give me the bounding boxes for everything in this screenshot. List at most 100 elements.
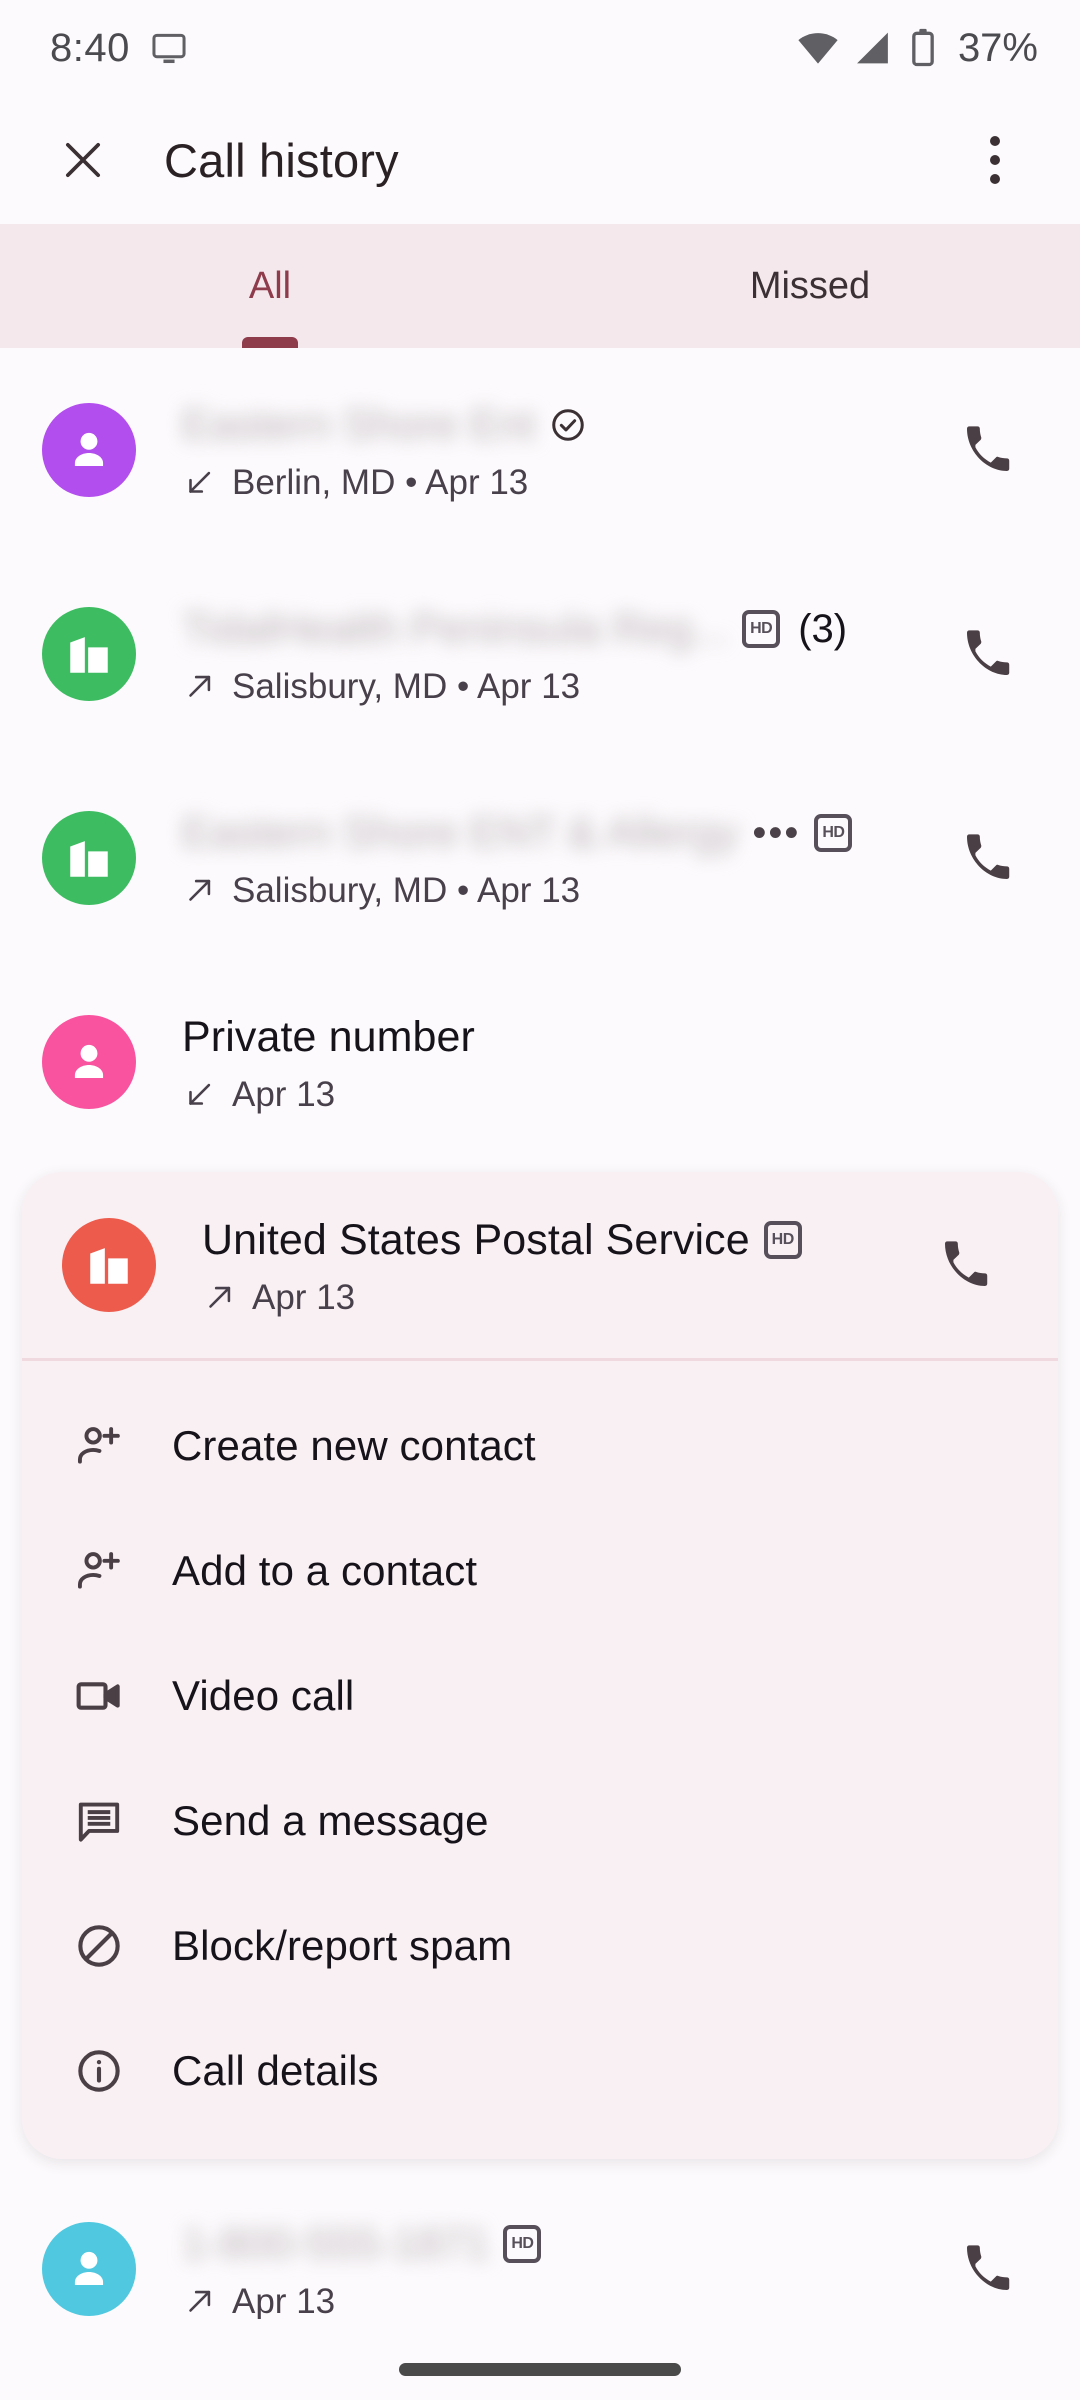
menu-item-label: Call details — [172, 2046, 379, 2094]
info-icon — [68, 2045, 130, 2097]
call-row-subtitle: Salisbury, MD • Apr 13 — [182, 667, 930, 707]
call-back-button[interactable] — [940, 402, 1036, 498]
person-icon — [74, 2251, 104, 2286]
wifi-icon — [796, 26, 840, 70]
phone-icon — [967, 630, 1010, 675]
app-bar: Call history — [0, 96, 1080, 224]
cellular-signal-icon — [852, 27, 894, 69]
selected-call-row[interactable]: United States Postal Service HD Apr 13 — [22, 1172, 1058, 1358]
hd-call-icon: HD — [763, 1221, 802, 1259]
call-row-subtitle: Apr 13 — [182, 1075, 930, 1115]
avatar[interactable] — [42, 403, 136, 497]
tab-all-label: All — [248, 264, 292, 307]
call-count: (3) — [798, 606, 848, 651]
menu-item-label: Send a message — [172, 1796, 489, 1844]
call-back-button[interactable] — [918, 1217, 1014, 1313]
menu-item-label: Block/report spam — [172, 1921, 513, 1969]
trailing-call-list-region: 1-800-555-1871 HD Apr 13 — [0, 2159, 1080, 2319]
menu-item-send-a-message[interactable]: Send a message — [22, 1758, 1058, 1883]
call-location-date: Salisbury, MD • Apr 13 — [232, 871, 581, 910]
call-row-main: TidalHealth Peninsula Reg... HD (3) Sali… — [182, 601, 930, 707]
call-row-main: Eastern Shore ENT & Allergy ••• HD Salis… — [182, 805, 930, 911]
call-list-item[interactable]: Eastern Shore ENT & Allergy ••• HD Salis… — [0, 756, 1080, 960]
call-location-date: Salisbury, MD • Apr 13 — [232, 667, 581, 706]
phone-icon — [967, 834, 1010, 879]
call-list-item[interactable]: TidalHealth Peninsula Reg... HD (3) Sali… — [0, 552, 1080, 756]
tab-active-indicator — [242, 337, 298, 348]
more-vert-icon[interactable] — [960, 125, 1030, 195]
contact-name: Eastern Shore Ent — [182, 400, 536, 449]
call-back-button[interactable] — [940, 2221, 1036, 2317]
hd-call-icon: HD — [742, 610, 781, 648]
tab-all[interactable]: All — [0, 224, 540, 348]
menu-item-block-report-spam[interactable]: Block/report spam — [22, 1883, 1058, 2008]
menu-item-label: Create new contact — [172, 1421, 536, 1469]
call-row-title-line: Private number — [182, 1009, 930, 1065]
outgoing-call-arrow — [182, 670, 216, 704]
video-camera-icon — [68, 1670, 130, 1722]
call-row-subtitle: Berlin, MD • Apr 13 — [182, 463, 930, 503]
incoming-call-arrow — [182, 466, 216, 500]
menu-item-label: Add to a contact — [172, 1546, 478, 1594]
call-row-subtitle: Salisbury, MD • Apr 13 — [182, 871, 930, 911]
business-icon — [70, 637, 108, 673]
home-gesture-pill[interactable] — [399, 2363, 681, 2376]
menu-item-add-to-a-contact[interactable]: Add to a contact — [22, 1508, 1058, 1633]
status-bar-right: 37% — [796, 26, 1038, 71]
business-icon — [90, 1248, 128, 1284]
contact-name: United States Postal Service — [202, 1215, 750, 1264]
menu-item-call-details[interactable]: Call details — [22, 2008, 1058, 2133]
call-row-main: 1-800-555-1871 HD Apr 13 — [182, 2216, 930, 2319]
truncation-ellipsis: ••• — [752, 811, 801, 855]
battery-percent: 37% — [957, 25, 1038, 70]
call-back-button[interactable] — [940, 810, 1036, 906]
call-date: Apr 13 — [232, 1075, 336, 1114]
call-history-tabs: All Missed — [0, 224, 1080, 348]
call-row-title-line: Eastern Shore ENT & Allergy ••• HD — [182, 805, 930, 861]
phone-icon — [967, 2245, 1010, 2290]
avatar[interactable] — [62, 1218, 156, 1312]
block-icon — [68, 1920, 130, 1972]
page-title: Call history — [164, 133, 399, 187]
contact-name: Eastern Shore ENT & Allergy — [182, 808, 739, 857]
avatar[interactable] — [42, 607, 136, 701]
menu-item-create-new-contact[interactable]: Create new contact — [22, 1383, 1058, 1508]
call-row-subtitle: Apr 13 — [182, 2282, 930, 2319]
call-list: Eastern Shore Ent Berlin, MD • Apr 13 Ti… — [0, 348, 1080, 2319]
call-row-title-line: 1-800-555-1871 HD — [182, 2216, 930, 2272]
avatar[interactable] — [42, 1015, 136, 1109]
hd-call-icon: HD — [814, 814, 853, 852]
call-row-subtitle: Apr 13 — [202, 1278, 908, 1318]
person-add-icon — [68, 1420, 130, 1472]
cast-screen-icon — [150, 29, 188, 67]
avatar[interactable] — [42, 811, 136, 905]
context-menu-items: Create new contact Add to a contact Vide… — [22, 1361, 1058, 2159]
call-list-item[interactable]: Eastern Shore Ent Berlin, MD • Apr 13 — [0, 348, 1080, 552]
contact-name: 1-800-555-1871 — [182, 2219, 490, 2268]
call-row-main: United States Postal Service HD Apr 13 — [202, 1212, 908, 1318]
call-row-main: Private number Apr 13 — [182, 1009, 930, 1115]
person-icon — [74, 432, 104, 467]
call-list-item[interactable]: 1-800-555-1871 HD Apr 13 — [0, 2167, 1080, 2319]
call-row-title-line: United States Postal Service HD — [202, 1212, 908, 1268]
close-icon[interactable] — [48, 125, 118, 195]
call-back-button[interactable] — [940, 606, 1036, 702]
status-bar-left: 8:40 — [50, 26, 188, 71]
phone-icon — [945, 1241, 988, 1286]
tab-missed[interactable]: Missed — [540, 224, 1080, 348]
call-back-button — [940, 1014, 1036, 1110]
verified-badge-icon — [549, 406, 587, 444]
hd-call-icon: HD — [503, 2225, 542, 2263]
contact-name: TidalHealth Peninsula Reg... — [182, 604, 729, 653]
outgoing-call-arrow — [182, 2285, 216, 2319]
call-list-item[interactable]: Private number Apr 13 — [0, 960, 1080, 1164]
call-row-title-line: Eastern Shore Ent — [182, 397, 930, 453]
incoming-call-arrow — [182, 1078, 216, 1112]
avatar[interactable] — [42, 2222, 136, 2316]
menu-item-video-call[interactable]: Video call — [22, 1633, 1058, 1758]
call-date: Apr 13 — [232, 2282, 336, 2319]
outgoing-call-arrow — [182, 874, 216, 908]
business-icon — [70, 841, 108, 877]
call-row-main: Eastern Shore Ent Berlin, MD • Apr 13 — [182, 397, 930, 503]
menu-item-label: Video call — [172, 1671, 355, 1719]
